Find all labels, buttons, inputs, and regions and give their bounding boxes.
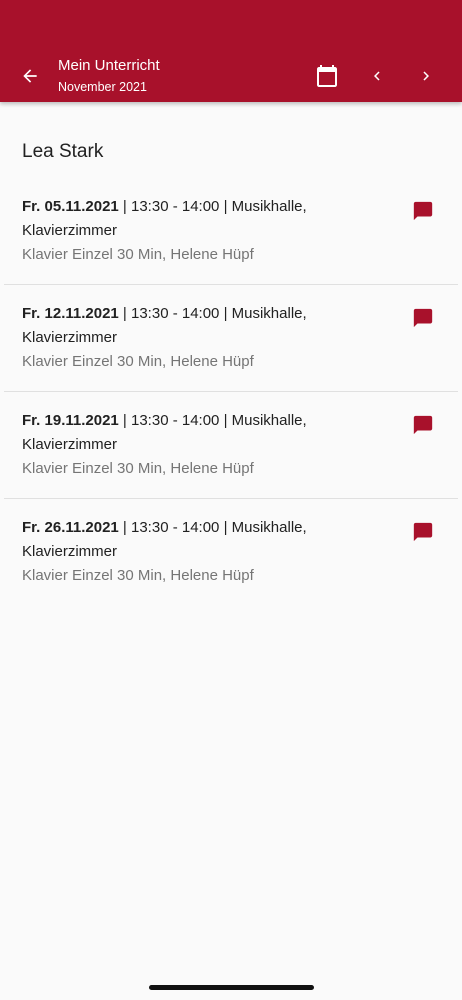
lesson-date: Fr. 12.11.2021 [22, 305, 119, 322]
message-icon [413, 308, 433, 328]
lesson-date: Fr. 05.11.2021 [22, 198, 119, 215]
lesson-info: Fr. 12.11.2021 | 13:30 - 14:00 | Musikha… [22, 302, 352, 373]
back-button[interactable] [14, 62, 46, 90]
lesson-item[interactable]: Fr. 05.11.2021 | 13:30 - 14:00 | Musikha… [4, 178, 458, 285]
student-name: Lea Stark [22, 141, 104, 162]
app-bar-titles: Mein Unterricht November 2021 [58, 56, 160, 96]
message-button[interactable] [410, 412, 436, 438]
lesson-info: Fr. 05.11.2021 | 13:30 - 14:00 | Musikha… [22, 195, 352, 266]
previous-month-button[interactable] [364, 62, 390, 90]
app-bar: Mein Unterricht November 2021 [0, 0, 462, 102]
arrow-left-icon [23, 69, 37, 83]
message-icon [413, 415, 433, 435]
home-indicator[interactable] [149, 985, 314, 990]
lesson-date: Fr. 19.11.2021 [22, 412, 119, 429]
lesson-list: Fr. 05.11.2021 | 13:30 - 14:00 | Musikha… [0, 178, 462, 606]
lesson-date: Fr. 26.11.2021 [22, 519, 119, 536]
lesson-info: Fr. 19.11.2021 | 13:30 - 14:00 | Musikha… [22, 409, 352, 480]
lesson-item[interactable]: Fr. 26.11.2021 | 13:30 - 14:00 | Musikha… [4, 499, 458, 606]
message-icon [413, 522, 433, 542]
lesson-item[interactable]: Fr. 19.11.2021 | 13:30 - 14:00 | Musikha… [4, 392, 458, 499]
lesson-subtitle: Klavier Einzel 30 Min, Helene Hüpf [22, 460, 254, 477]
next-month-button[interactable] [413, 62, 439, 90]
chevron-right-icon [423, 71, 429, 81]
message-icon [413, 201, 433, 221]
lesson-subtitle: Klavier Einzel 30 Min, Helene Hüpf [22, 567, 254, 584]
lesson-item[interactable]: Fr. 12.11.2021 | 13:30 - 14:00 | Musikha… [4, 285, 458, 392]
page-title: Mein Unterricht [58, 57, 160, 74]
calendar-icon [317, 65, 337, 87]
lesson-subtitle: Klavier Einzel 30 Min, Helene Hüpf [22, 246, 254, 263]
message-button[interactable] [410, 519, 436, 545]
page-subtitle: November 2021 [58, 80, 147, 94]
message-button[interactable] [410, 198, 436, 224]
lesson-info: Fr. 26.11.2021 | 13:30 - 14:00 | Musikha… [22, 516, 352, 587]
lesson-subtitle: Klavier Einzel 30 Min, Helene Hüpf [22, 353, 254, 370]
chevron-left-icon [374, 71, 380, 81]
message-button[interactable] [410, 305, 436, 331]
calendar-button[interactable] [312, 62, 342, 90]
